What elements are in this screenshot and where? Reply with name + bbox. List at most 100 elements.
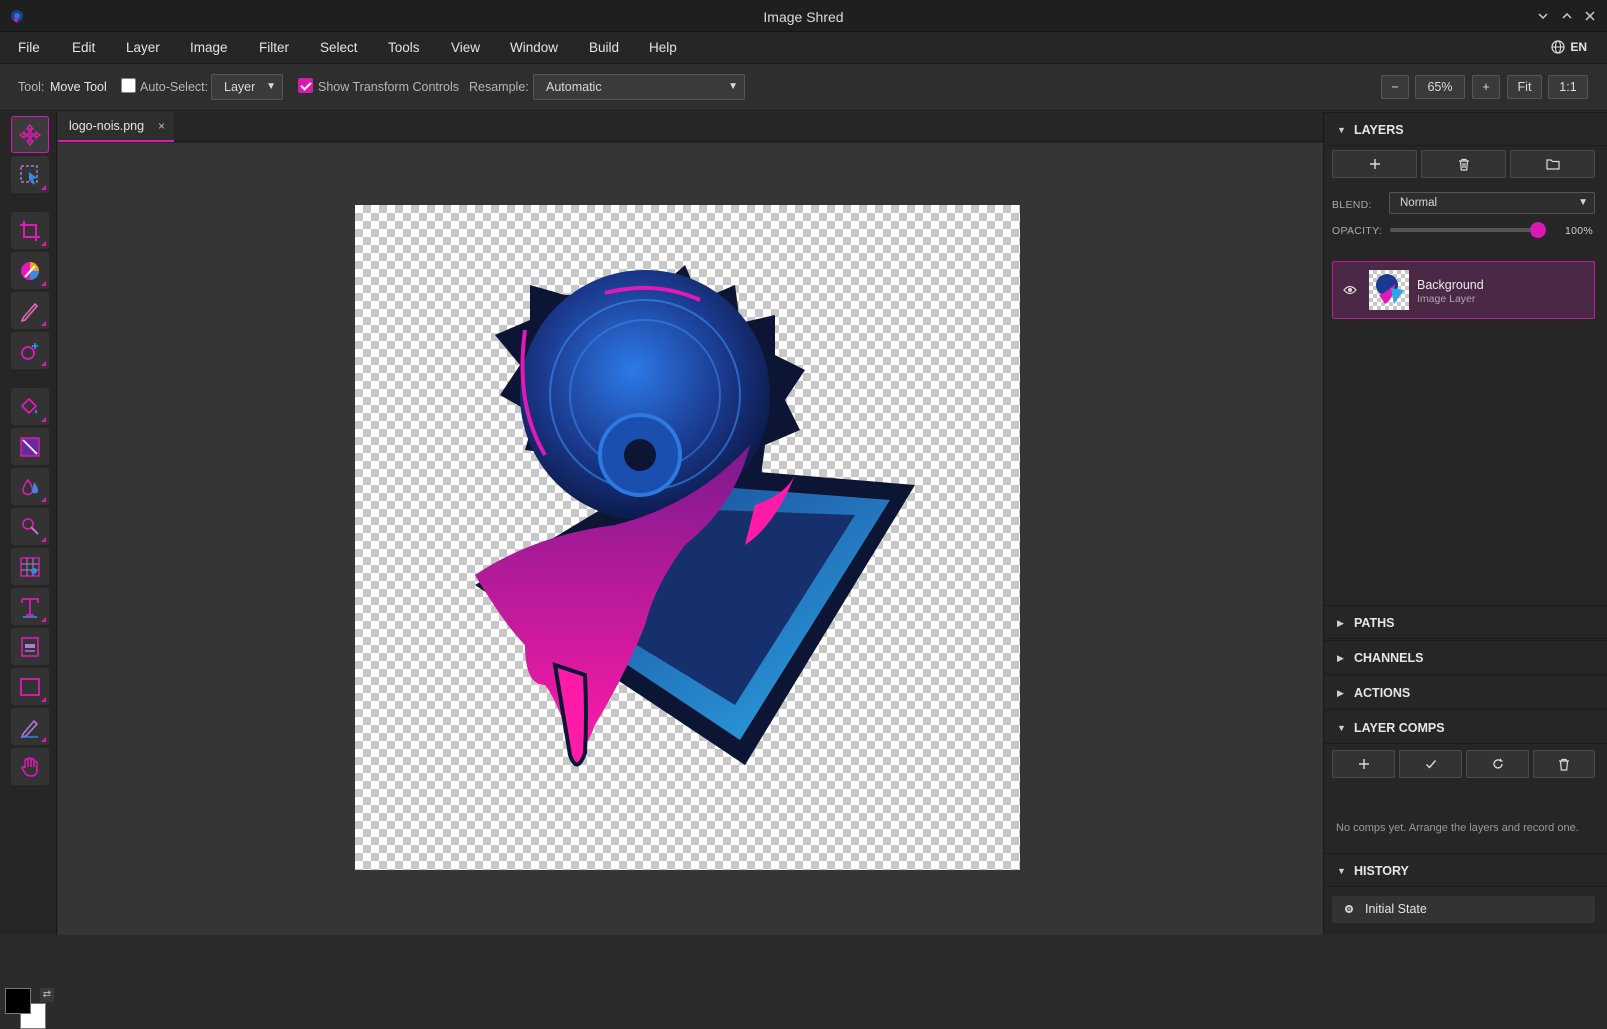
pen-icon xyxy=(20,719,39,738)
layer-comps-empty-text: No comps yet. Arrange the layers and rec… xyxy=(1336,822,1579,834)
paths-panel-header[interactable]: ▶ PATHS xyxy=(1324,605,1607,639)
layer-thumbnail-image xyxy=(1376,274,1404,304)
actual-size-button[interactable]: 1:1 xyxy=(1548,75,1588,99)
apply-comp-button[interactable] xyxy=(1399,750,1462,778)
expand-arrow-icon: ▶ xyxy=(1337,688,1344,698)
close-icon[interactable] xyxy=(1580,6,1600,26)
rectangle-tool[interactable] xyxy=(11,668,49,705)
text-tool[interactable] xyxy=(11,588,49,625)
opacity-slider-handle[interactable] xyxy=(1530,222,1546,238)
fit-button[interactable]: Fit xyxy=(1507,75,1542,99)
blend-mode-dropdown[interactable]: Normal ▼ xyxy=(1389,192,1595,214)
blend-mode-value: Normal xyxy=(1400,197,1438,209)
layer-name: Background xyxy=(1417,278,1484,292)
hand-tool[interactable] xyxy=(11,748,49,785)
move-tool[interactable] xyxy=(11,116,49,153)
swap-colors-icon[interactable]: ⇄ xyxy=(40,988,54,1002)
clone-tool[interactable] xyxy=(11,508,49,545)
droplet-icon xyxy=(22,478,39,495)
collapse-arrow-icon: ▼ xyxy=(1337,125,1346,135)
checkmark-icon xyxy=(1425,760,1436,769)
menu-select[interactable]: Select xyxy=(320,32,358,64)
chevron-down-icon: ▼ xyxy=(728,81,738,92)
opacity-slider[interactable] xyxy=(1390,222,1546,238)
layer-type: Image Layer xyxy=(1417,293,1476,305)
color-picker-tool[interactable] xyxy=(11,252,49,289)
expand-arrow-icon: ▶ xyxy=(1337,653,1344,663)
menu-filter[interactable]: Filter xyxy=(259,32,289,64)
chevron-down-icon: ▼ xyxy=(1578,197,1588,208)
collapse-arrow-icon: ▼ xyxy=(1337,723,1346,733)
trash-icon xyxy=(1559,758,1569,771)
menu-edit[interactable]: Edit xyxy=(72,32,95,64)
layers-panel-title: LAYERS xyxy=(1354,123,1404,137)
opacity-value: 100% xyxy=(1565,225,1594,237)
pen-tool[interactable] xyxy=(11,708,49,745)
visibility-eye-icon[interactable] xyxy=(1343,284,1357,296)
layer-thumbnail xyxy=(1369,270,1409,310)
menu-tools[interactable]: Tools xyxy=(388,32,420,64)
new-comp-button[interactable] xyxy=(1332,750,1395,778)
shape-add-icon xyxy=(21,342,38,360)
pencil-icon xyxy=(20,302,39,322)
zoom-out-button[interactable]: − xyxy=(1381,75,1409,99)
actions-panel-title: ACTIONS xyxy=(1354,686,1411,700)
pattern-tool[interactable] xyxy=(11,548,49,585)
delete-comp-button[interactable] xyxy=(1533,750,1595,778)
marquee-select-icon xyxy=(20,164,38,184)
selection-tool[interactable] xyxy=(11,156,49,193)
language-selector[interactable]: EN xyxy=(1551,40,1587,54)
auto-select-checkbox[interactable] xyxy=(121,78,136,93)
opacity-slider-fill xyxy=(1390,228,1538,232)
layers-panel-header[interactable]: ▼ LAYERS xyxy=(1324,112,1607,146)
actions-panel-header[interactable]: ▶ ACTIONS xyxy=(1324,675,1607,709)
shape-tool[interactable] xyxy=(11,332,49,369)
text-icon xyxy=(21,597,39,618)
document-tab[interactable]: logo-nois.png × xyxy=(58,112,174,142)
maximize-icon[interactable] xyxy=(1557,6,1577,26)
gradient-tool[interactable] xyxy=(11,428,49,465)
document-tab-name: logo-nois.png xyxy=(69,119,145,133)
menu-help[interactable]: Help xyxy=(649,32,677,64)
resample-value: Automatic xyxy=(546,80,602,94)
channels-panel-header[interactable]: ▶ CHANNELS xyxy=(1324,640,1607,674)
menu-image[interactable]: Image xyxy=(190,32,228,64)
crop-tool[interactable] xyxy=(11,212,49,249)
menu-window[interactable]: Window xyxy=(510,32,558,64)
trash-icon xyxy=(1458,158,1469,171)
canvas-workspace[interactable] xyxy=(58,143,1323,935)
layer-comps-panel-header[interactable]: ▼ LAYER COMPS xyxy=(1324,710,1607,744)
delete-layer-button[interactable] xyxy=(1421,150,1506,178)
zoom-in-button[interactable]: + xyxy=(1472,75,1500,99)
menu-file[interactable]: File xyxy=(18,32,40,64)
history-panel-header[interactable]: ▼ HISTORY xyxy=(1324,853,1607,887)
chevron-down-icon: ▼ xyxy=(266,81,276,92)
menu-build[interactable]: Build xyxy=(589,32,619,64)
zoom-level-field[interactable]: 65% xyxy=(1415,75,1465,99)
image-canvas[interactable] xyxy=(355,205,1020,870)
layer-item[interactable]: Background Image Layer xyxy=(1332,261,1595,319)
close-tab-icon[interactable]: × xyxy=(158,112,165,140)
resample-dropdown[interactable]: Automatic ▼ xyxy=(533,74,745,100)
add-layer-button[interactable] xyxy=(1332,150,1417,178)
menu-view[interactable]: View xyxy=(451,32,480,64)
new-group-button[interactable] xyxy=(1510,150,1595,178)
show-transform-checkbox[interactable] xyxy=(298,78,313,93)
brush-tool[interactable] xyxy=(11,292,49,329)
history-state-icon xyxy=(1345,905,1353,913)
window-title: Image Shred xyxy=(763,9,844,25)
auto-select-dropdown[interactable]: Layer ▼ xyxy=(211,74,283,100)
gradient-icon xyxy=(20,436,40,457)
foreground-color-swatch[interactable] xyxy=(5,988,31,1014)
fill-tool[interactable] xyxy=(11,388,49,425)
frame-tool[interactable] xyxy=(11,628,49,665)
dodge-tool[interactable] xyxy=(11,468,49,505)
frame-icon xyxy=(21,636,39,657)
update-comp-button[interactable] xyxy=(1466,750,1529,778)
menu-layer[interactable]: Layer xyxy=(126,32,160,64)
refresh-icon xyxy=(1492,758,1503,769)
opacity-label: OPACITY: xyxy=(1332,225,1383,237)
history-item[interactable]: Initial State xyxy=(1332,896,1595,923)
folder-icon xyxy=(1545,159,1560,170)
minimize-icon[interactable] xyxy=(1533,6,1553,26)
